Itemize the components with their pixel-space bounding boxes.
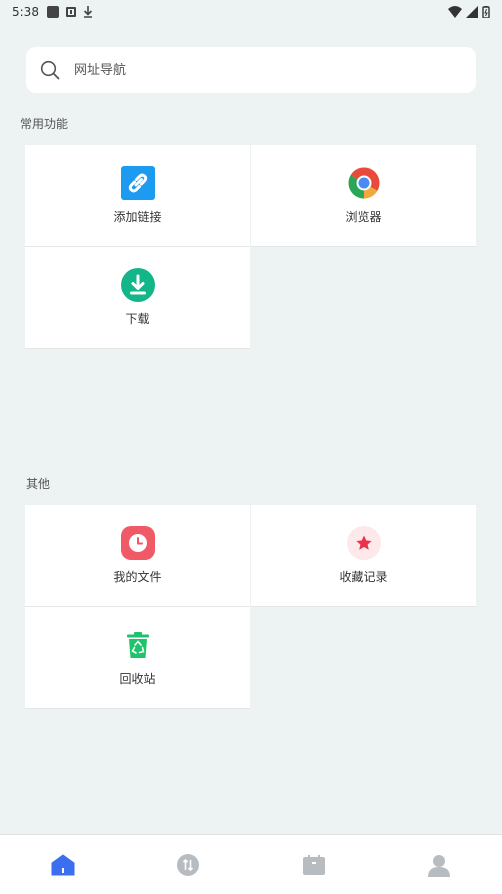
signal-icon: [466, 6, 478, 18]
search-input[interactable]: [74, 62, 434, 78]
transfer-icon: [177, 853, 200, 876]
status-bar: 5:38: [0, 0, 502, 24]
clock-file-icon: [120, 526, 155, 560]
tile-favorites[interactable]: 收藏记录: [251, 505, 476, 607]
font-notification-icon: [65, 7, 76, 17]
nav-profile[interactable]: [419, 845, 459, 885]
tile-label: 回收站: [119, 672, 156, 686]
nav-toolbox[interactable]: [294, 845, 334, 885]
tile-my-files[interactable]: 我的文件: [25, 505, 250, 607]
system-icons: [448, 6, 490, 18]
toolbox-icon: [302, 854, 325, 875]
wifi-icon: [448, 6, 462, 18]
tile-label: 下载: [125, 312, 150, 326]
tile-download[interactable]: 下载: [25, 247, 250, 349]
notification-icons: [46, 6, 93, 18]
section-title-other: 其他: [26, 477, 51, 491]
download-notification-icon: [83, 6, 93, 18]
tile-label: 收藏记录: [339, 570, 388, 584]
download-icon: [120, 268, 155, 302]
nav-transfer[interactable]: [168, 845, 208, 885]
tile-label: 浏览器: [345, 210, 382, 224]
common-functions-grid: 添加链接 浏览器 下载: [25, 145, 476, 349]
battery-icon: [482, 6, 490, 18]
tile-recycle-bin[interactable]: 回收站: [25, 607, 250, 709]
tile-browser[interactable]: 浏览器: [251, 145, 476, 247]
profile-icon: [428, 854, 451, 877]
status-time: 5:38: [12, 5, 39, 19]
app-notification-icon: [46, 6, 59, 18]
recycle-bin-icon: [121, 628, 155, 662]
bottom-navigation: [0, 834, 502, 894]
search-icon: [40, 60, 60, 80]
other-functions-grid: 我的文件 收藏记录 回收站: [25, 505, 476, 709]
chrome-browser-icon: [347, 166, 381, 200]
tile-label: 添加链接: [113, 210, 162, 224]
search-bar[interactable]: [26, 47, 476, 93]
nav-home[interactable]: [43, 845, 83, 885]
section-title-common: 常用功能: [20, 117, 69, 131]
home-icon: [51, 854, 75, 875]
tile-add-link[interactable]: 添加链接: [25, 145, 250, 247]
star-icon: [346, 526, 381, 560]
tile-label: 我的文件: [113, 570, 162, 584]
link-icon: [120, 166, 155, 200]
